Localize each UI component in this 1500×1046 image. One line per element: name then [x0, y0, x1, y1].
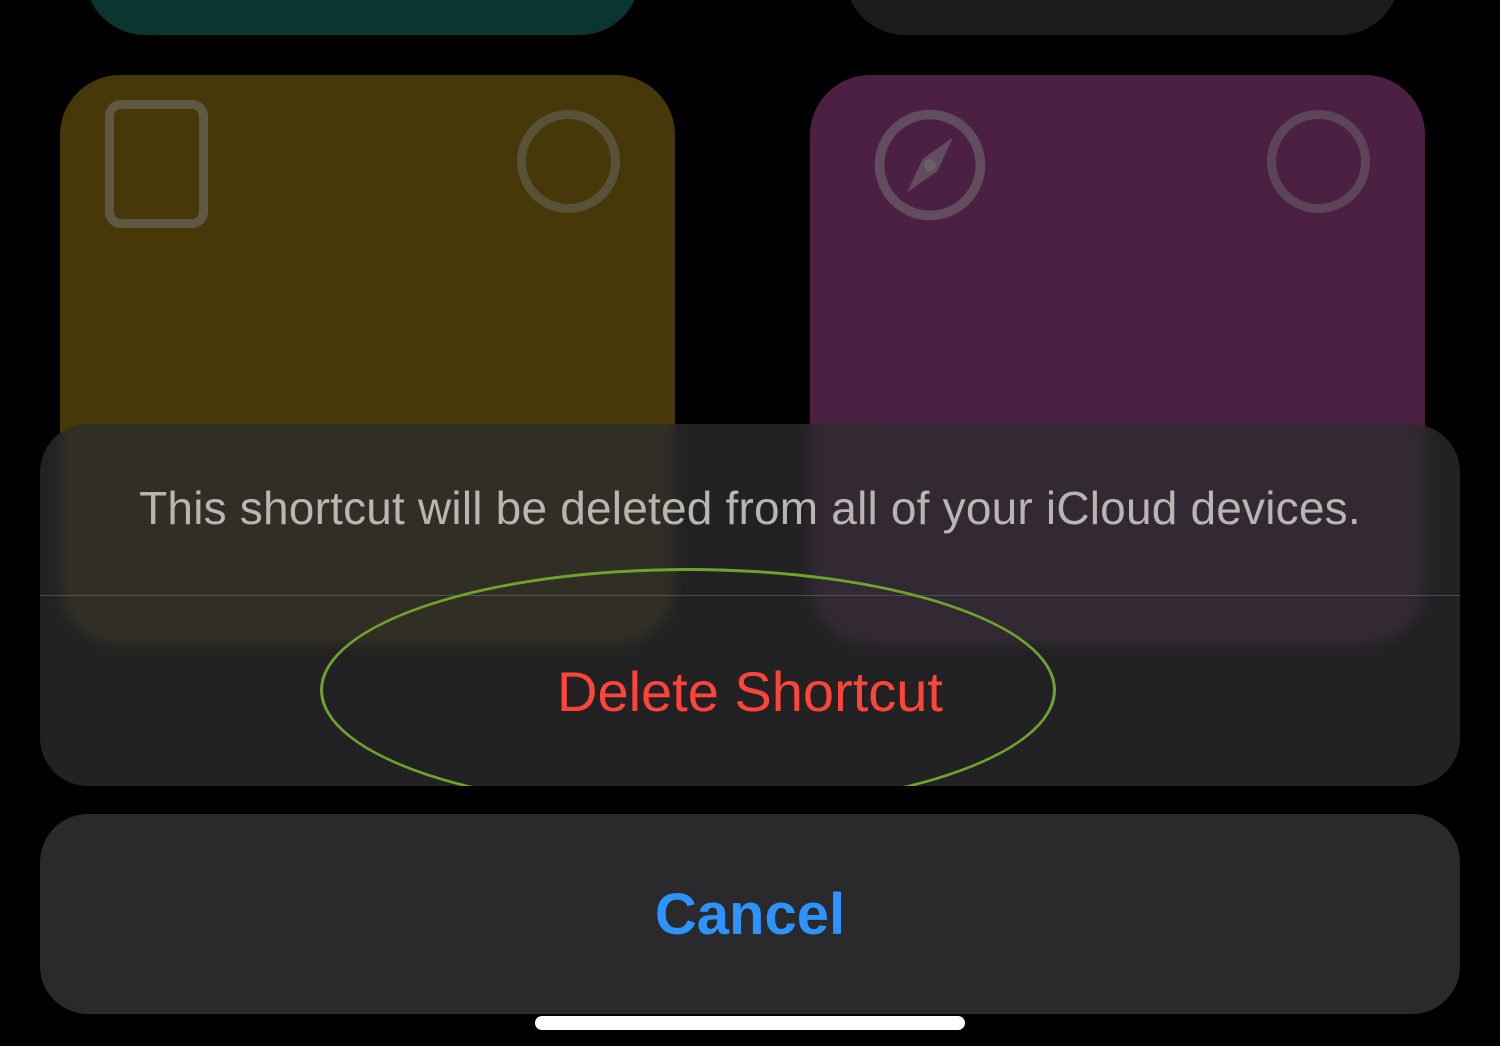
action-sheet: This shortcut will be deleted from all o… — [40, 424, 1460, 1014]
action-sheet-body: This shortcut will be deleted from all o… — [40, 424, 1460, 786]
delete-shortcut-button[interactable]: Delete Shortcut — [40, 596, 1460, 786]
delete-shortcut-label: Delete Shortcut — [557, 659, 943, 724]
cancel-label: Cancel — [655, 881, 845, 948]
action-sheet-message: This shortcut will be deleted from all o… — [40, 424, 1460, 595]
cancel-button[interactable]: Cancel — [40, 814, 1460, 1014]
action-sheet-cancel-card: Cancel — [40, 814, 1460, 1014]
home-indicator — [535, 1016, 965, 1030]
